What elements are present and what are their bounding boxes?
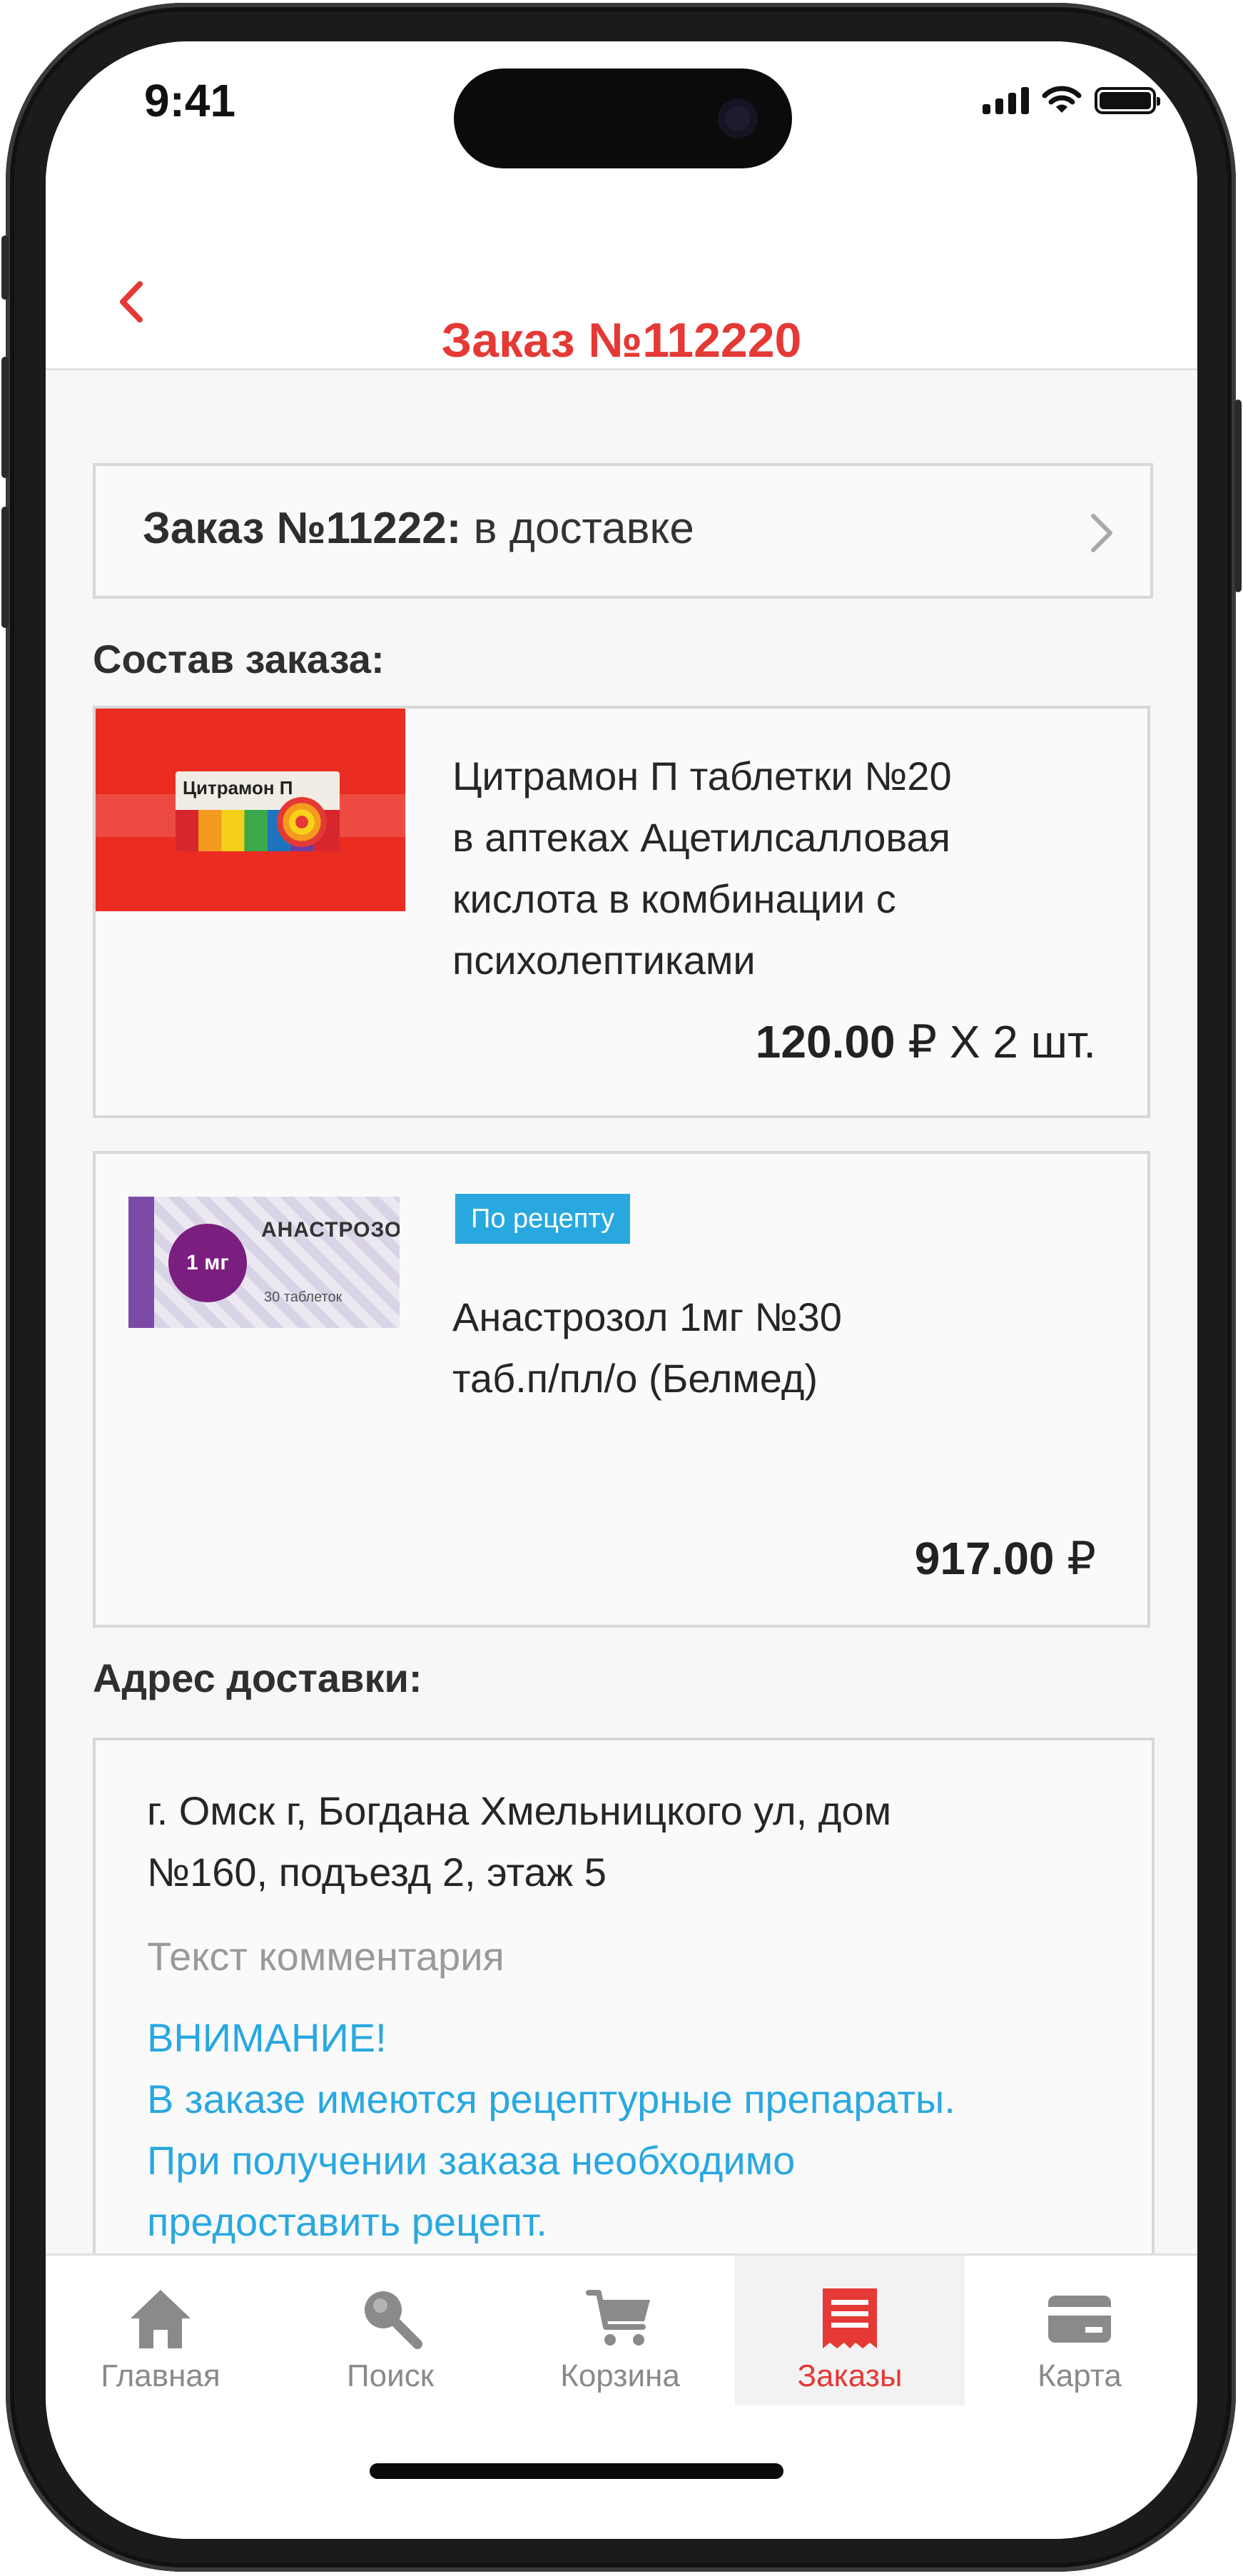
nav-header: Заказ №112220 <box>46 206 1197 370</box>
product-quantity: X 2 шт. <box>937 1016 1096 1068</box>
product-image: 1 мг АНАСТРОЗОЛ 30 таблеток <box>128 1197 400 1328</box>
app-screen: 9:41 Заказ №112220 Заказ №11222: в доста… <box>46 41 1197 2539</box>
card-icon <box>1048 2296 1111 2343</box>
product-price: 917.00 ₽ <box>914 1533 1096 1584</box>
side-button-volume-down <box>1 507 9 628</box>
product-price: 120.00 ₽ X 2 шт. <box>755 1016 1096 1068</box>
tab-card[interactable]: Карта <box>965 2256 1194 2405</box>
tab-cart[interactable]: Корзина <box>505 2256 735 2405</box>
search-icon <box>365 2291 422 2349</box>
order-number-label: Заказ №11222: <box>143 504 462 553</box>
page-title: Заказ №112220 <box>441 313 802 367</box>
order-item[interactable]: 1 мг АНАСТРОЗОЛ 30 таблеток По рецепту А… <box>93 1151 1150 1628</box>
tab-label: Заказы <box>797 2358 903 2393</box>
product-name: Анастрозол 1мг №30 таб.п/пл/о (Белмед) <box>452 1294 842 1401</box>
tab-label: Главная <box>101 2358 220 2393</box>
tab-label: Корзина <box>560 2358 680 2393</box>
delivery-address: г. Омск г, Богдана Хмельницкого ул, дом … <box>147 1788 892 1895</box>
prescription-badge: По рецепту <box>455 1194 631 1244</box>
product-image: Цитрамон П <box>96 709 405 911</box>
product-name: Цитрамон П таблетки №20 в аптеках Ацетил… <box>452 754 952 983</box>
tab-orders[interactable]: Заказы <box>735 2256 965 2405</box>
order-item[interactable]: Цитрамон П Цитрамон П таблетки №20 в апт… <box>93 706 1150 1118</box>
product-image-note: 30 таблеток <box>264 1289 343 1305</box>
product-box: Цитрамон П <box>176 771 340 851</box>
chevron-right-icon <box>1091 514 1112 552</box>
battery-icon <box>1095 87 1160 114</box>
status-time: 9:41 <box>144 75 236 126</box>
side-button-power <box>1234 400 1242 592</box>
order-items-title: Состав заказа: <box>93 637 385 681</box>
receipt-icon <box>823 2288 877 2348</box>
tab-bar: Главная Поиск Корзина Заказы Карта <box>46 2253 1197 2539</box>
side-button-volume-up <box>1 357 9 478</box>
status-bar: 9:41 <box>46 41 1197 206</box>
order-status-row[interactable]: Заказ №11222: в доставке <box>93 463 1153 599</box>
tab-search[interactable]: Поиск <box>275 2256 505 2405</box>
dynamic-island <box>454 69 792 168</box>
tab-label: Карта <box>1037 2358 1122 2393</box>
home-icon <box>131 2290 191 2348</box>
product-dose-badge: 1 мг <box>168 1224 247 1302</box>
side-button-mute <box>1 235 9 300</box>
cart-icon <box>586 2290 650 2346</box>
order-status-text: Заказ №11222: в доставке <box>143 503 694 554</box>
tab-label: Поиск <box>347 2358 434 2393</box>
wifi-icon <box>1042 86 1082 113</box>
product-image-brand: АНАСТРОЗОЛ <box>261 1218 400 1242</box>
signal-icon <box>983 87 1029 114</box>
home-indicator[interactable] <box>370 2463 783 2479</box>
status-icons <box>983 86 1160 114</box>
product-image-brand: Цитрамон П <box>183 777 293 798</box>
order-status-value: в доставке <box>461 504 694 553</box>
tab-home[interactable]: Главная <box>46 2256 275 2405</box>
prescription-warning: ВНИМАНИЕ! В заказе имеются рецептурные п… <box>147 2015 955 2244</box>
address-title: Адрес доставки: <box>93 1655 422 1700</box>
address-comment: Текст комментария <box>147 1934 504 1979</box>
camera-icon <box>718 98 758 138</box>
